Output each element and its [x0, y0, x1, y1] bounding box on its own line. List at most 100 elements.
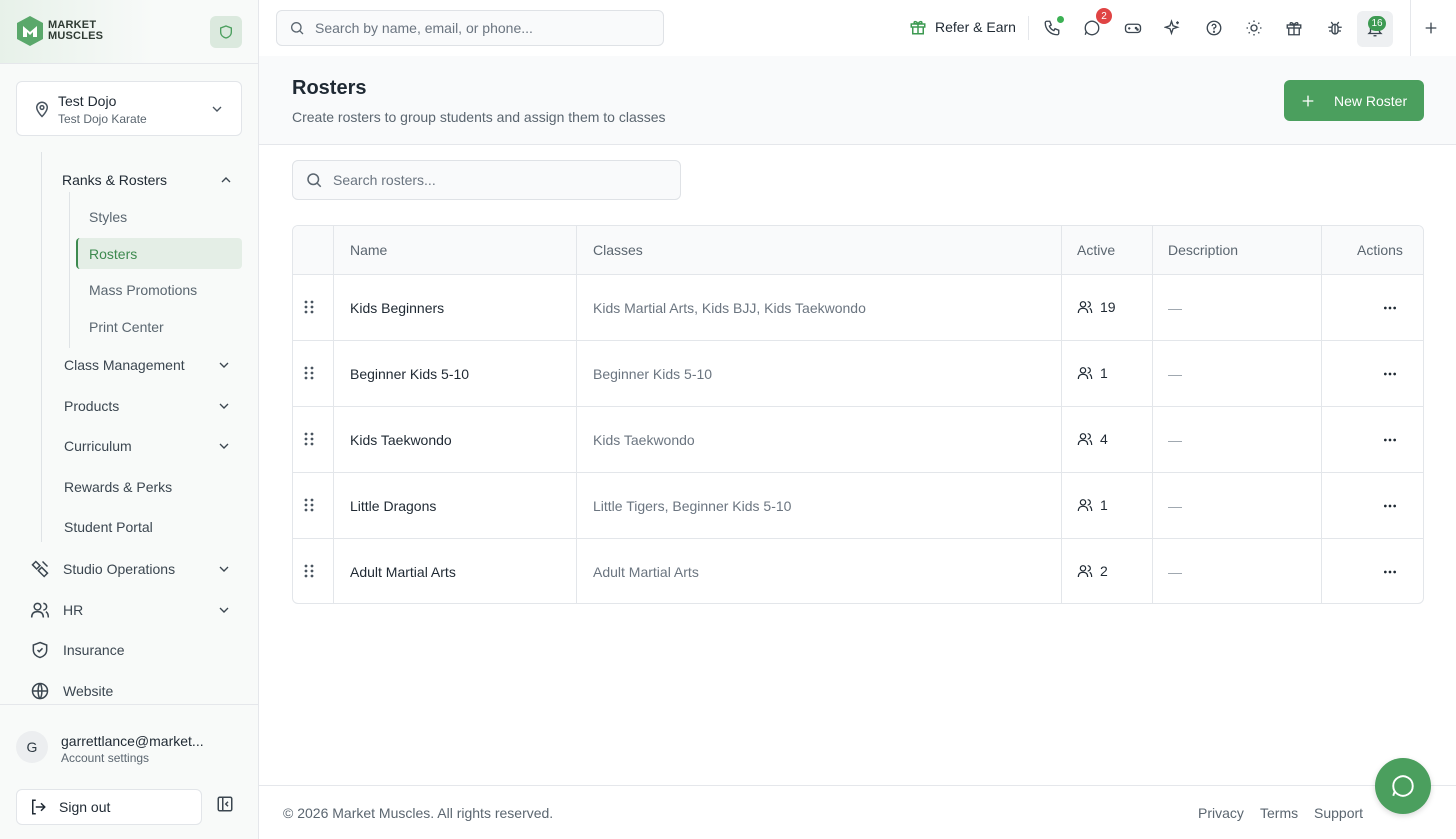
page-title: Rosters: [292, 77, 367, 99]
row-actions-button[interactable]: [1379, 429, 1401, 451]
chat-support-button[interactable]: [1375, 758, 1431, 814]
users-icon: [1077, 367, 1093, 380]
more-horizontal-icon: [1384, 438, 1396, 442]
sun-icon: [1246, 20, 1262, 36]
drag-handle-icon[interactable]: [303, 497, 315, 513]
sidebar-item-label: Student Portal: [64, 519, 153, 535]
brand-logo[interactable]: MARKET MUSCLES: [16, 15, 103, 47]
drag-handle-icon[interactable]: [303, 299, 315, 315]
plus-icon: [1425, 22, 1437, 34]
avatar[interactable]: G: [16, 731, 48, 763]
bug-icon: [1328, 21, 1342, 35]
topbar-divider: [1410, 0, 1411, 56]
table-row[interactable]: Kids Beginners Kids Martial Arts, Kids BJ…: [293, 275, 1423, 341]
help-button[interactable]: [1202, 16, 1226, 40]
roster-search-input[interactable]: Search rosters...: [292, 160, 681, 200]
messages-button[interactable]: 2: [1080, 8, 1112, 40]
roster-description: —: [1168, 300, 1182, 316]
refer-earn-label: Refer & Earn: [935, 19, 1016, 35]
sidebar-group-ranks-rosters[interactable]: Ranks & Rosters: [62, 170, 242, 190]
sidebar-item-label: Curriculum: [64, 438, 132, 454]
sidebar-item-mass-promotions[interactable]: Mass Promotions: [76, 274, 242, 305]
logo-mark-icon: [17, 16, 43, 46]
users-icon: [30, 602, 50, 618]
new-roster-button[interactable]: New Roster: [1284, 80, 1424, 121]
location-selector[interactable]: Test Dojo Test Dojo Karate: [16, 81, 242, 136]
globe-icon: [31, 682, 49, 700]
table-row[interactable]: Little Dragons Little Tigers, Beginner Ki…: [293, 473, 1423, 539]
shield-check-icon: [32, 641, 48, 659]
sidebar-item-label: Insurance: [63, 642, 125, 658]
table-row[interactable]: Beginner Kids 5-10 Beginner Kids 5-10 1 —: [293, 341, 1423, 407]
column-header-active[interactable]: Active: [1077, 242, 1115, 258]
phone-button[interactable]: [1040, 16, 1064, 40]
drag-handle-icon[interactable]: [303, 431, 315, 447]
roster-active-count: 1: [1077, 497, 1108, 513]
sidebar-item-label: Rewards & Perks: [64, 479, 173, 495]
account-settings-link[interactable]: Account settings: [61, 751, 149, 765]
nav-tree-line: [41, 152, 42, 542]
sidebar-item-print-center[interactable]: Print Center: [76, 311, 242, 342]
row-actions-button[interactable]: [1379, 495, 1401, 517]
column-header-classes[interactable]: Classes: [593, 242, 643, 258]
drag-handle-icon[interactable]: [303, 563, 315, 579]
sidebar-item-rosters[interactable]: Rosters: [76, 238, 242, 269]
roster-name[interactable]: Kids Beginners: [350, 300, 444, 316]
collapse-sidebar-icon[interactable]: [216, 795, 234, 813]
roster-name[interactable]: Adult Martial Arts: [350, 564, 456, 580]
search-icon: [291, 22, 304, 35]
active-count-value: 1: [1100, 365, 1108, 381]
users-icon: [1077, 301, 1093, 314]
sidebar-item-curriculum[interactable]: Curriculum: [64, 436, 242, 456]
support-link[interactable]: Support: [1314, 805, 1363, 821]
notifications-badge: 16: [1368, 16, 1386, 31]
user-email[interactable]: garrettlance@market...: [61, 733, 221, 749]
sidebar-header: MARKET MUSCLES: [0, 0, 258, 64]
sign-out-button[interactable]: Sign out: [16, 789, 202, 825]
add-button[interactable]: [1419, 16, 1443, 40]
location-subtitle: Test Dojo Karate: [58, 112, 147, 126]
notifications-button[interactable]: 16: [1357, 11, 1393, 47]
refer-earn-button[interactable]: Refer & Earn: [909, 18, 1016, 36]
roster-name[interactable]: Kids Taekwondo: [350, 432, 452, 448]
column-header-name[interactable]: Name: [350, 242, 387, 258]
roster-description: —: [1168, 498, 1182, 514]
chevron-down-icon: [219, 607, 229, 613]
sidebar-item-student-portal[interactable]: Student Portal: [64, 517, 242, 537]
sidebar-item-studio-operations[interactable]: Studio Operations: [30, 558, 242, 580]
ai-sparkles-button[interactable]: [1161, 16, 1185, 40]
table-row[interactable]: Kids Taekwondo Kids Taekwondo 4 —: [293, 407, 1423, 473]
chevron-down-icon: [219, 443, 229, 449]
gift-icon: [1286, 21, 1302, 36]
log-out-icon: [32, 799, 46, 815]
report-bug-button[interactable]: [1323, 16, 1347, 40]
admin-shield-button[interactable]: [210, 16, 242, 48]
users-icon: [1077, 499, 1093, 512]
terms-link[interactable]: Terms: [1260, 805, 1298, 821]
roster-classes: Little Tigers, Beginner Kids 5-10: [593, 498, 792, 514]
sidebar-item-styles[interactable]: Styles: [76, 201, 242, 232]
gifts-button[interactable]: [1282, 16, 1306, 40]
shield-icon: [220, 25, 232, 39]
gamepad-button[interactable]: [1121, 16, 1145, 40]
drag-handle-icon[interactable]: [303, 365, 315, 381]
global-search-input[interactable]: Search by name, email, or phone...: [276, 10, 664, 46]
location-name: Test Dojo: [58, 93, 117, 109]
sidebar-item-label: HR: [63, 602, 84, 618]
sidebar-item-rewards-perks[interactable]: Rewards & Perks: [64, 477, 242, 497]
roster-name[interactable]: Beginner Kids 5-10: [350, 366, 469, 382]
sidebar-item-products[interactable]: Products: [64, 396, 242, 416]
row-actions-button[interactable]: [1379, 363, 1401, 385]
privacy-link[interactable]: Privacy: [1198, 805, 1244, 821]
table-row[interactable]: Adult Martial Arts Adult Martial Arts 2 —: [293, 539, 1423, 603]
column-header-description[interactable]: Description: [1168, 242, 1238, 258]
sidebar-item-hr[interactable]: HR: [30, 599, 242, 621]
row-actions-button[interactable]: [1379, 297, 1401, 319]
roster-name[interactable]: Little Dragons: [350, 498, 436, 514]
theme-toggle-button[interactable]: [1242, 16, 1266, 40]
sidebar-item-class-management[interactable]: Class Management: [64, 355, 242, 375]
sidebar-item-website[interactable]: Website: [30, 680, 242, 702]
row-actions-button[interactable]: [1379, 561, 1401, 583]
global-search-placeholder: Search by name, email, or phone...: [315, 20, 533, 36]
sidebar-item-insurance[interactable]: Insurance: [30, 639, 242, 661]
